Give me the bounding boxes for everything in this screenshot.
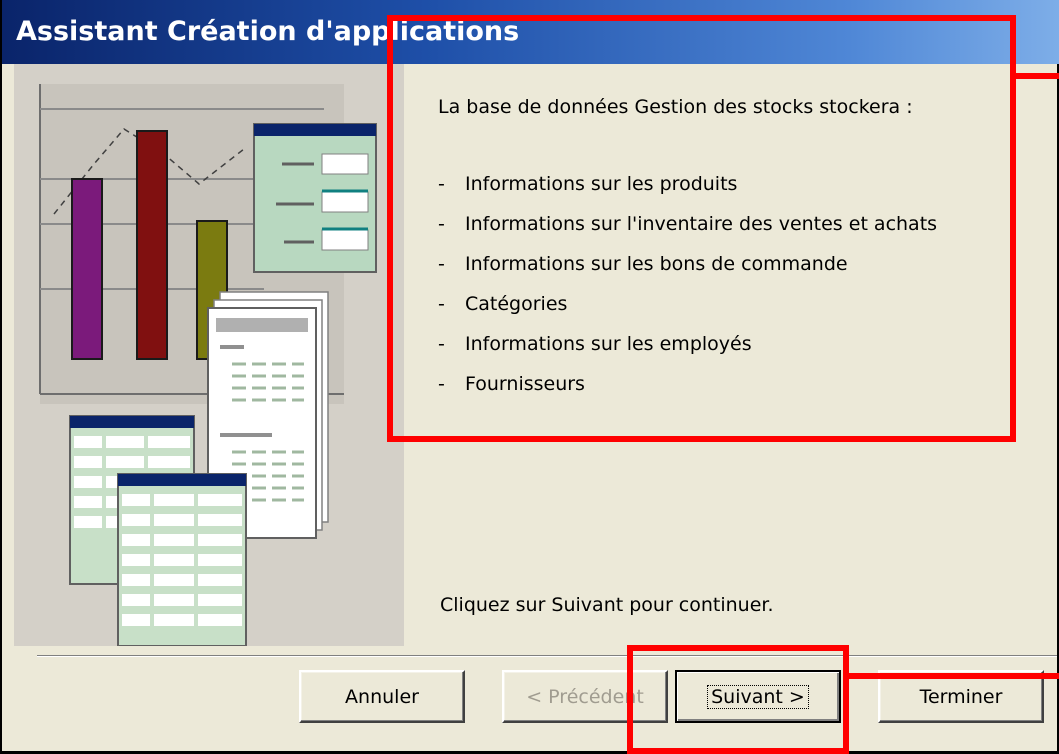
wizard-illustration-icon <box>39 84 377 647</box>
highlight-connector-next-button <box>849 673 1059 679</box>
wizard-illustration <box>14 64 404 647</box>
finish-button-label: Terminer <box>919 685 1003 708</box>
cancel-button[interactable]: Annuler <box>299 670 465 723</box>
highlight-box-next-button <box>627 645 849 754</box>
highlight-connector-content <box>1016 73 1059 79</box>
continue-hint: Cliquez sur Suivant pour continuer. <box>440 594 774 616</box>
highlight-box-content <box>387 15 1016 442</box>
button-divider <box>37 655 1057 657</box>
cancel-button-label: Annuler <box>345 685 419 708</box>
